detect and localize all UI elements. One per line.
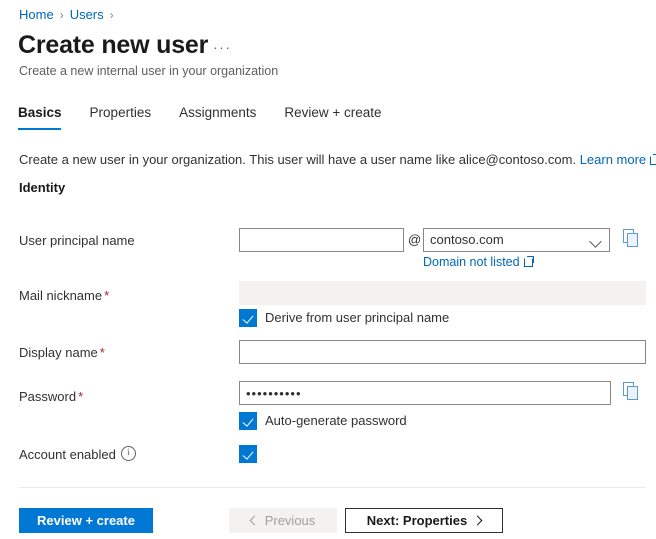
copy-page-front: [627, 233, 638, 247]
next-properties-label: Next: Properties: [366, 513, 468, 528]
learn-more-label: Learn more: [579, 152, 647, 167]
breadcrumb-separator: ›: [59, 8, 64, 22]
user-principal-name-input[interactable]: [239, 228, 404, 252]
tab-properties[interactable]: Properties: [90, 104, 152, 130]
page-title: Create new user: [18, 31, 209, 59]
domain-select-value: contoso.com: [430, 232, 504, 247]
account-enabled-label: Account enabled: [19, 446, 136, 464]
account-enabled-label-text: Account enabled: [19, 447, 116, 462]
display-name-input[interactable]: [239, 340, 646, 364]
tab-bar: Basics Properties Assignments Review + c…: [18, 104, 382, 130]
copy-upn-icon[interactable]: [623, 229, 640, 248]
info-icon[interactable]: [120, 446, 136, 461]
account-enabled-checkbox[interactable]: [239, 445, 257, 463]
password-input[interactable]: [239, 381, 611, 405]
domain-not-listed: Domain not listed: [423, 254, 534, 270]
required-asterisk: *: [78, 389, 84, 404]
breadcrumb: Home › Users ›: [19, 7, 120, 23]
auto-generate-password-label: Auto-generate password: [265, 413, 407, 428]
required-asterisk: *: [99, 345, 105, 360]
chevron-right-icon: [472, 515, 483, 526]
section-heading-identity: Identity: [19, 180, 66, 195]
tab-review-create[interactable]: Review + create: [284, 104, 381, 130]
domain-not-listed-label: Domain not listed: [423, 255, 520, 269]
next-properties-button[interactable]: Next: Properties: [345, 508, 503, 533]
at-sign-separator: @: [408, 232, 422, 247]
domain-not-listed-link[interactable]: Domain not listed: [423, 255, 520, 269]
breadcrumb-separator: ›: [109, 8, 114, 22]
mail-nickname-label: Mail nickname *: [19, 287, 109, 305]
footer-divider: [19, 487, 646, 488]
chevron-down-icon: [589, 235, 602, 248]
previous-button: Previous: [229, 508, 337, 533]
intro-description: Create a new user in your organization. …: [19, 152, 577, 167]
display-name-label: Display name *: [19, 344, 105, 362]
breadcrumb-item-home[interactable]: Home: [19, 7, 54, 22]
display-name-label-text: Display name: [19, 345, 98, 360]
more-options-button[interactable]: ···: [213, 40, 232, 54]
previous-label: Previous: [264, 513, 316, 528]
intro-text: Create a new user in your organization. …: [19, 151, 656, 169]
external-link-icon: [523, 256, 534, 267]
copy-password-icon[interactable]: [623, 382, 640, 401]
domain-select[interactable]: contoso.com: [423, 228, 610, 252]
password-label: Password *: [19, 388, 83, 406]
chevron-left-icon: [249, 515, 260, 526]
tab-basics[interactable]: Basics: [18, 104, 62, 130]
copy-page-front: [627, 386, 638, 400]
mail-nickname-label-text: Mail nickname: [19, 288, 103, 303]
derive-from-upn-checkbox[interactable]: [239, 309, 257, 327]
review-create-label: Review + create: [37, 513, 135, 528]
derive-from-upn-label: Derive from user principal name: [265, 310, 450, 325]
user-principal-name-label: User principal name: [19, 233, 135, 248]
learn-more-link[interactable]: Learn more: [580, 152, 646, 167]
auto-generate-password-checkbox[interactable]: [239, 412, 257, 430]
review-create-button[interactable]: Review + create: [19, 508, 153, 533]
breadcrumb-item-users[interactable]: Users: [70, 7, 104, 22]
password-label-text: Password: [19, 389, 77, 404]
tab-assignments[interactable]: Assignments: [179, 104, 256, 130]
external-link-icon: [650, 154, 656, 165]
page-subtitle: Create a new internal user in your organ…: [19, 64, 279, 78]
required-asterisk: *: [104, 288, 110, 303]
mail-nickname-input: [239, 281, 646, 305]
